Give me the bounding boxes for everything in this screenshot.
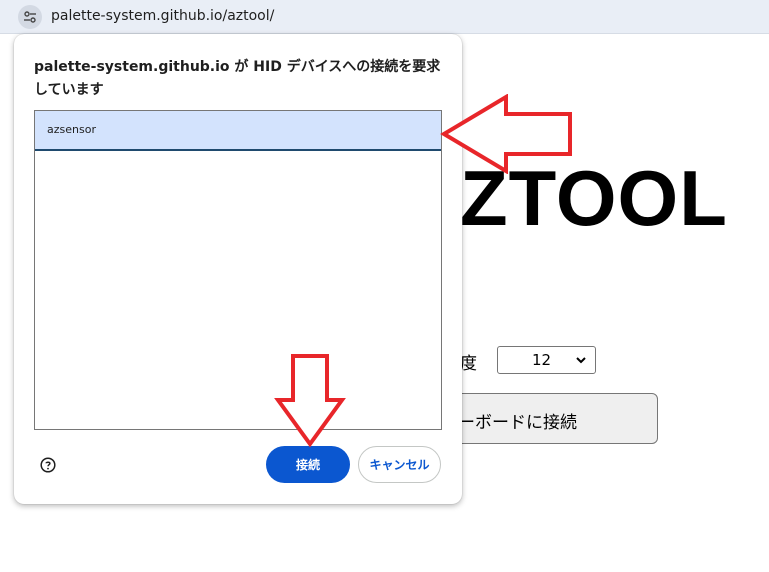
dialog-title: palette-system.github.io が HID デバイスへの接続を… [34,59,441,98]
chevron-down-icon [576,357,586,364]
hid-permission-dialog: palette-system.github.io が HID デバイスへの接続を… [14,34,462,504]
page-title: ZTOOL [460,154,728,242]
site-info-button[interactable] [18,5,42,29]
connect-keyboard-label: ーボードに接続 [458,413,577,433]
tune-icon [24,11,36,23]
speed-select-value: 12 [532,351,552,369]
help-circle-icon[interactable] [40,457,56,473]
url-text[interactable]: palette-system.github.io/aztool/ [51,8,274,24]
speed-select[interactable]: 12 [497,346,596,374]
device-row-azsensor[interactable]: azsensor [35,111,441,151]
device-list[interactable]: azsensor [34,110,442,430]
device-name: azsensor [47,123,96,136]
connect-keyboard-button[interactable]: ーボードに接続 [440,393,658,444]
connect-button[interactable]: 接続 [266,446,350,483]
cancel-button[interactable]: キャンセル [358,446,441,483]
address-bar: palette-system.github.io/aztool/ [0,0,769,34]
speed-label: 度 [460,354,477,374]
